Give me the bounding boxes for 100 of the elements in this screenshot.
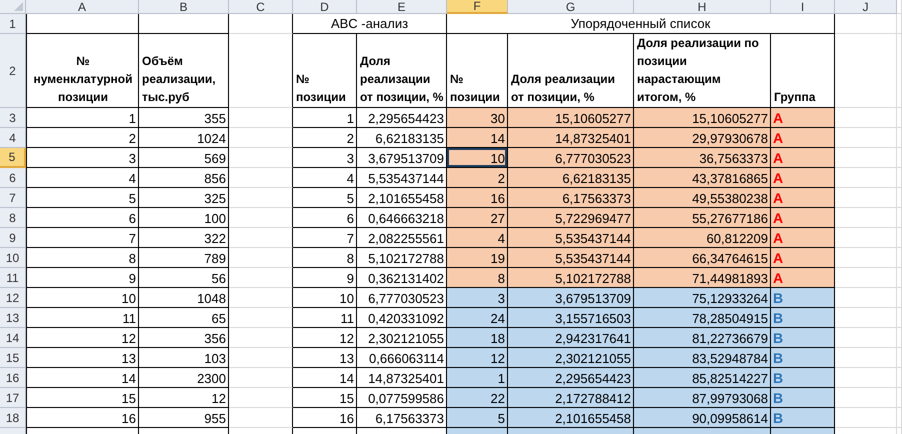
table-cell: 29,97930678 <box>634 128 771 148</box>
row-header[interactable]: 10 <box>0 248 26 268</box>
group-cell: A <box>771 248 835 268</box>
row-header[interactable]: 5 <box>0 148 26 168</box>
table-cell: 1 <box>26 108 139 128</box>
row-header[interactable]: 7 <box>0 188 26 208</box>
table-cell: 12 <box>447 348 508 368</box>
row-header[interactable]: 1 <box>0 14 26 34</box>
table-cell: 90,09958614 <box>634 408 771 428</box>
table-cell: 10 <box>26 288 139 308</box>
column-header[interactable]: A <box>26 0 139 14</box>
table-cell: 6 <box>293 208 357 228</box>
table-cell: 100 <box>139 208 229 228</box>
table-cell: 14 <box>447 128 508 148</box>
row-header[interactable]: 2 <box>0 34 26 108</box>
table-cell: 24 <box>447 308 508 328</box>
table-cell: 7 <box>293 228 357 248</box>
column-heading: № нуменклатурной позиции <box>26 34 139 108</box>
table-cell: 78,28504915 <box>634 308 771 328</box>
table-cell: 1 <box>293 108 357 128</box>
table-cell: 60,812209 <box>634 228 771 248</box>
table-cell: 10 <box>447 148 508 168</box>
table-cell: 19 <box>447 248 508 268</box>
table-cell: 5 <box>447 408 508 428</box>
row-header[interactable]: 13 <box>0 308 26 328</box>
column-heading: № позиции <box>293 34 357 108</box>
table-cell: 4 <box>26 168 139 188</box>
table-cell: 2,101655458 <box>508 408 634 428</box>
table-cell: 6,62183135 <box>508 168 634 188</box>
column-header[interactable]: H <box>634 0 771 14</box>
table-cell: 2,942317641 <box>508 328 634 348</box>
row-header[interactable]: 18 <box>0 408 26 428</box>
select-all-corner[interactable] <box>0 0 26 14</box>
column-header[interactable]: I <box>771 0 835 14</box>
table-cell: 3,155716503 <box>508 308 634 328</box>
table-cell: 2,302121055 <box>508 348 634 368</box>
empty-cell <box>229 408 293 428</box>
row-header[interactable]: 15 <box>0 348 26 368</box>
table-cell: 43,37816865 <box>634 168 771 188</box>
table-cell: 66,34764615 <box>634 248 771 268</box>
table-cell: 8 <box>293 248 357 268</box>
row-header[interactable]: 17 <box>0 388 26 408</box>
row-header[interactable]: 16 <box>0 368 26 388</box>
table-cell: 71,44981893 <box>634 268 771 288</box>
table-cell: 5,535437144 <box>508 228 634 248</box>
table-cell: 356 <box>139 328 229 348</box>
empty-cell <box>229 308 293 328</box>
empty-cell <box>229 368 293 388</box>
table-cell: 5 <box>26 188 139 208</box>
table-cell: 5,102172788 <box>508 268 634 288</box>
column-header[interactable]: C <box>229 0 293 14</box>
table-cell: 2 <box>447 168 508 188</box>
table-cell: 14,87325401 <box>508 128 634 148</box>
table-cell: 22 <box>447 388 508 408</box>
row-header[interactable]: 3 <box>0 108 26 128</box>
column-header[interactable]: F <box>447 0 508 14</box>
table-cell: 8 <box>26 248 139 268</box>
row-header[interactable]: 14 <box>0 328 26 348</box>
table-title: Упорядоченный список <box>447 14 835 34</box>
table-cell: 789 <box>139 248 229 268</box>
empty-cell <box>229 248 293 268</box>
empty-cell <box>229 268 293 288</box>
group-cell: B <box>771 308 835 328</box>
table-cell: 3 <box>293 148 357 168</box>
column-header[interactable]: B <box>139 0 229 14</box>
table-cell: 16 <box>447 188 508 208</box>
table-cell: 16 <box>293 408 357 428</box>
row-header[interactable]: 11 <box>0 268 26 288</box>
column-header[interactable]: E <box>357 0 447 14</box>
table-cell: 30 <box>447 108 508 128</box>
table-cell: 15 <box>26 388 139 408</box>
table-cell: 3 <box>26 148 139 168</box>
group-cell: B <box>771 348 835 368</box>
table-cell: 5,722969477 <box>508 208 634 228</box>
table-cell: 1048 <box>139 288 229 308</box>
row-header[interactable]: 9 <box>0 228 26 248</box>
table-cell: 2 <box>26 128 139 148</box>
table-cell: 325 <box>139 188 229 208</box>
table-cell: 2 <box>293 128 357 148</box>
empty-cell <box>229 288 293 308</box>
table-cell: 1 <box>447 368 508 388</box>
empty-cell <box>229 208 293 228</box>
column-header[interactable]: J <box>835 0 897 14</box>
table-cell: 3 <box>447 288 508 308</box>
row-header[interactable]: 6 <box>0 168 26 188</box>
column-heading: Объём реализации, тыс.руб <box>139 34 229 108</box>
row-header[interactable]: 12 <box>0 288 26 308</box>
row-header[interactable]: 8 <box>0 208 26 228</box>
row-header[interactable]: 4 <box>0 128 26 148</box>
table-cell: 16 <box>26 408 139 428</box>
table-cell: 856 <box>139 168 229 188</box>
table-cell: 55,27677186 <box>634 208 771 228</box>
table-cell: 6,777030523 <box>508 148 634 168</box>
table-cell: 569 <box>139 148 229 168</box>
table-cell: 2300 <box>139 368 229 388</box>
group-cell: A <box>771 208 835 228</box>
table-cell: 15 <box>293 388 357 408</box>
column-header[interactable]: D <box>293 0 357 14</box>
column-header[interactable]: G <box>508 0 634 14</box>
table-cell: 955 <box>139 408 229 428</box>
